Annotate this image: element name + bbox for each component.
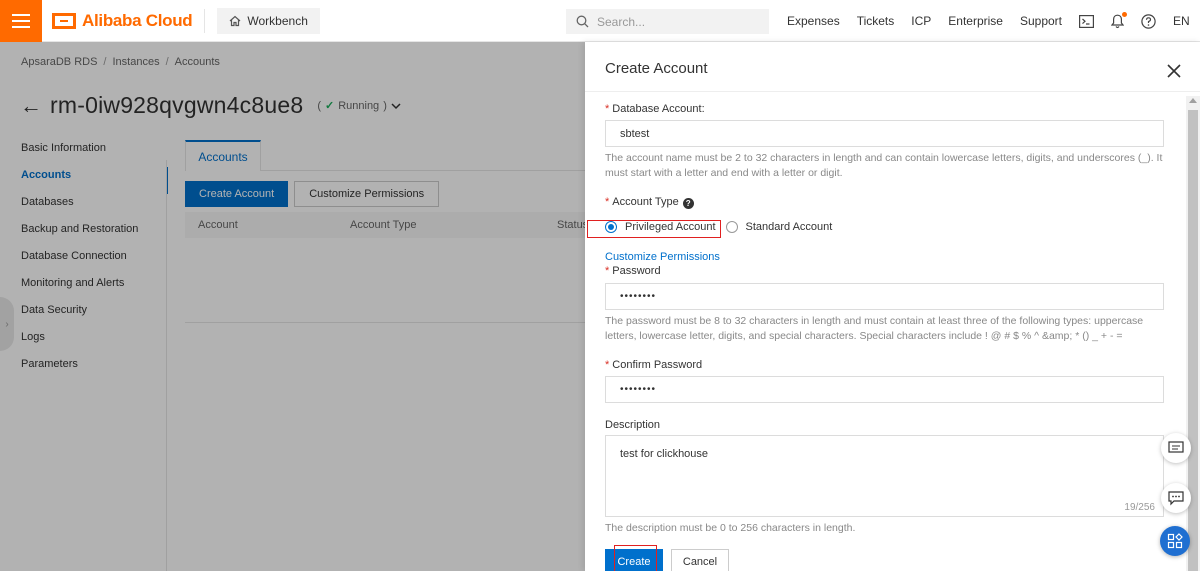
create-account-drawer: Create Account * Database Account: sbtest…	[585, 42, 1200, 571]
character-counter: 19/256	[1124, 502, 1155, 513]
drawer-title: Create Account	[605, 60, 708, 77]
search-icon	[576, 15, 589, 28]
nav-support[interactable]: Support	[1020, 14, 1062, 28]
description-label: Description	[605, 419, 661, 431]
top-navigation-bar: Alibaba Cloud Workbench Search... Expens…	[0, 0, 1200, 42]
modal-overlay[interactable]	[0, 42, 585, 571]
nav-icp[interactable]: ICP	[911, 14, 931, 28]
search-placeholder: Search...	[597, 14, 646, 29]
required-marker: *	[605, 103, 610, 115]
close-icon[interactable]	[1166, 63, 1182, 79]
nav-expenses[interactable]: Expenses	[787, 14, 840, 28]
password-help: The password must be 8 to 32 characters …	[605, 315, 1144, 342]
search-input[interactable]: Search...	[566, 9, 769, 34]
standard-account-radio[interactable]: Standard Account	[725, 221, 833, 233]
terminal-icon[interactable]	[1079, 14, 1095, 28]
top-nav-links: Expenses Tickets ICP Enterprise Support …	[787, 0, 1200, 42]
workbench-button[interactable]: Workbench	[217, 7, 320, 34]
database-account-help: The account name must be 2 to 32 charact…	[605, 152, 1163, 179]
workbench-label: Workbench	[247, 13, 308, 28]
apps-icon[interactable]	[1160, 526, 1190, 556]
language-switch[interactable]: EN	[1173, 14, 1190, 28]
drawer-header: Create Account	[585, 42, 1200, 92]
nav-tickets[interactable]: Tickets	[857, 14, 895, 28]
description-textarea[interactable]: test for clickhouse 19/256	[605, 435, 1164, 517]
database-account-label: * Database Account:	[605, 103, 705, 115]
scroll-up-arrow-icon[interactable]	[1189, 98, 1197, 103]
alibaba-cloud-logo[interactable]: Alibaba Cloud	[52, 0, 193, 42]
question-mark-icon[interactable]: ?	[682, 198, 694, 209]
account-type-label: * Account Type?	[605, 196, 694, 209]
customize-permissions-link[interactable]: Customize Permissions	[605, 251, 720, 263]
chat-icon[interactable]	[1161, 483, 1191, 513]
description-value: test for clickhouse	[620, 448, 709, 460]
required-marker: *	[605, 265, 610, 277]
standard-account-label: Standard Account	[745, 221, 833, 233]
feedback-icon[interactable]	[1161, 433, 1191, 463]
nav-enterprise[interactable]: Enterprise	[948, 14, 1003, 28]
divider	[204, 8, 206, 33]
help-icon[interactable]	[1141, 13, 1156, 29]
notification-badge	[1122, 11, 1128, 17]
database-account-input[interactable]: sbtest	[605, 120, 1164, 147]
cancel-button[interactable]: Cancel	[671, 549, 729, 571]
brand-name: Alibaba Cloud	[82, 10, 193, 30]
home-icon	[229, 15, 241, 26]
highlight-box	[614, 545, 657, 571]
notification-bell-icon[interactable]	[1111, 11, 1128, 29]
alibaba-cloud-logo-icon	[52, 12, 76, 29]
confirm-password-input[interactable]: ••••••••	[605, 376, 1164, 403]
confirm-password-label: * Confirm Password	[605, 359, 703, 371]
required-marker: *	[605, 196, 610, 208]
password-label: * Password	[605, 265, 661, 277]
required-marker: *	[605, 359, 610, 371]
radio-unchecked-icon[interactable]	[725, 221, 738, 233]
highlight-box	[587, 220, 721, 238]
description-help: The description must be 0 to 256 charact…	[605, 522, 856, 534]
password-input[interactable]: ••••••••	[605, 283, 1164, 310]
hamburger-menu-icon[interactable]	[0, 0, 42, 42]
